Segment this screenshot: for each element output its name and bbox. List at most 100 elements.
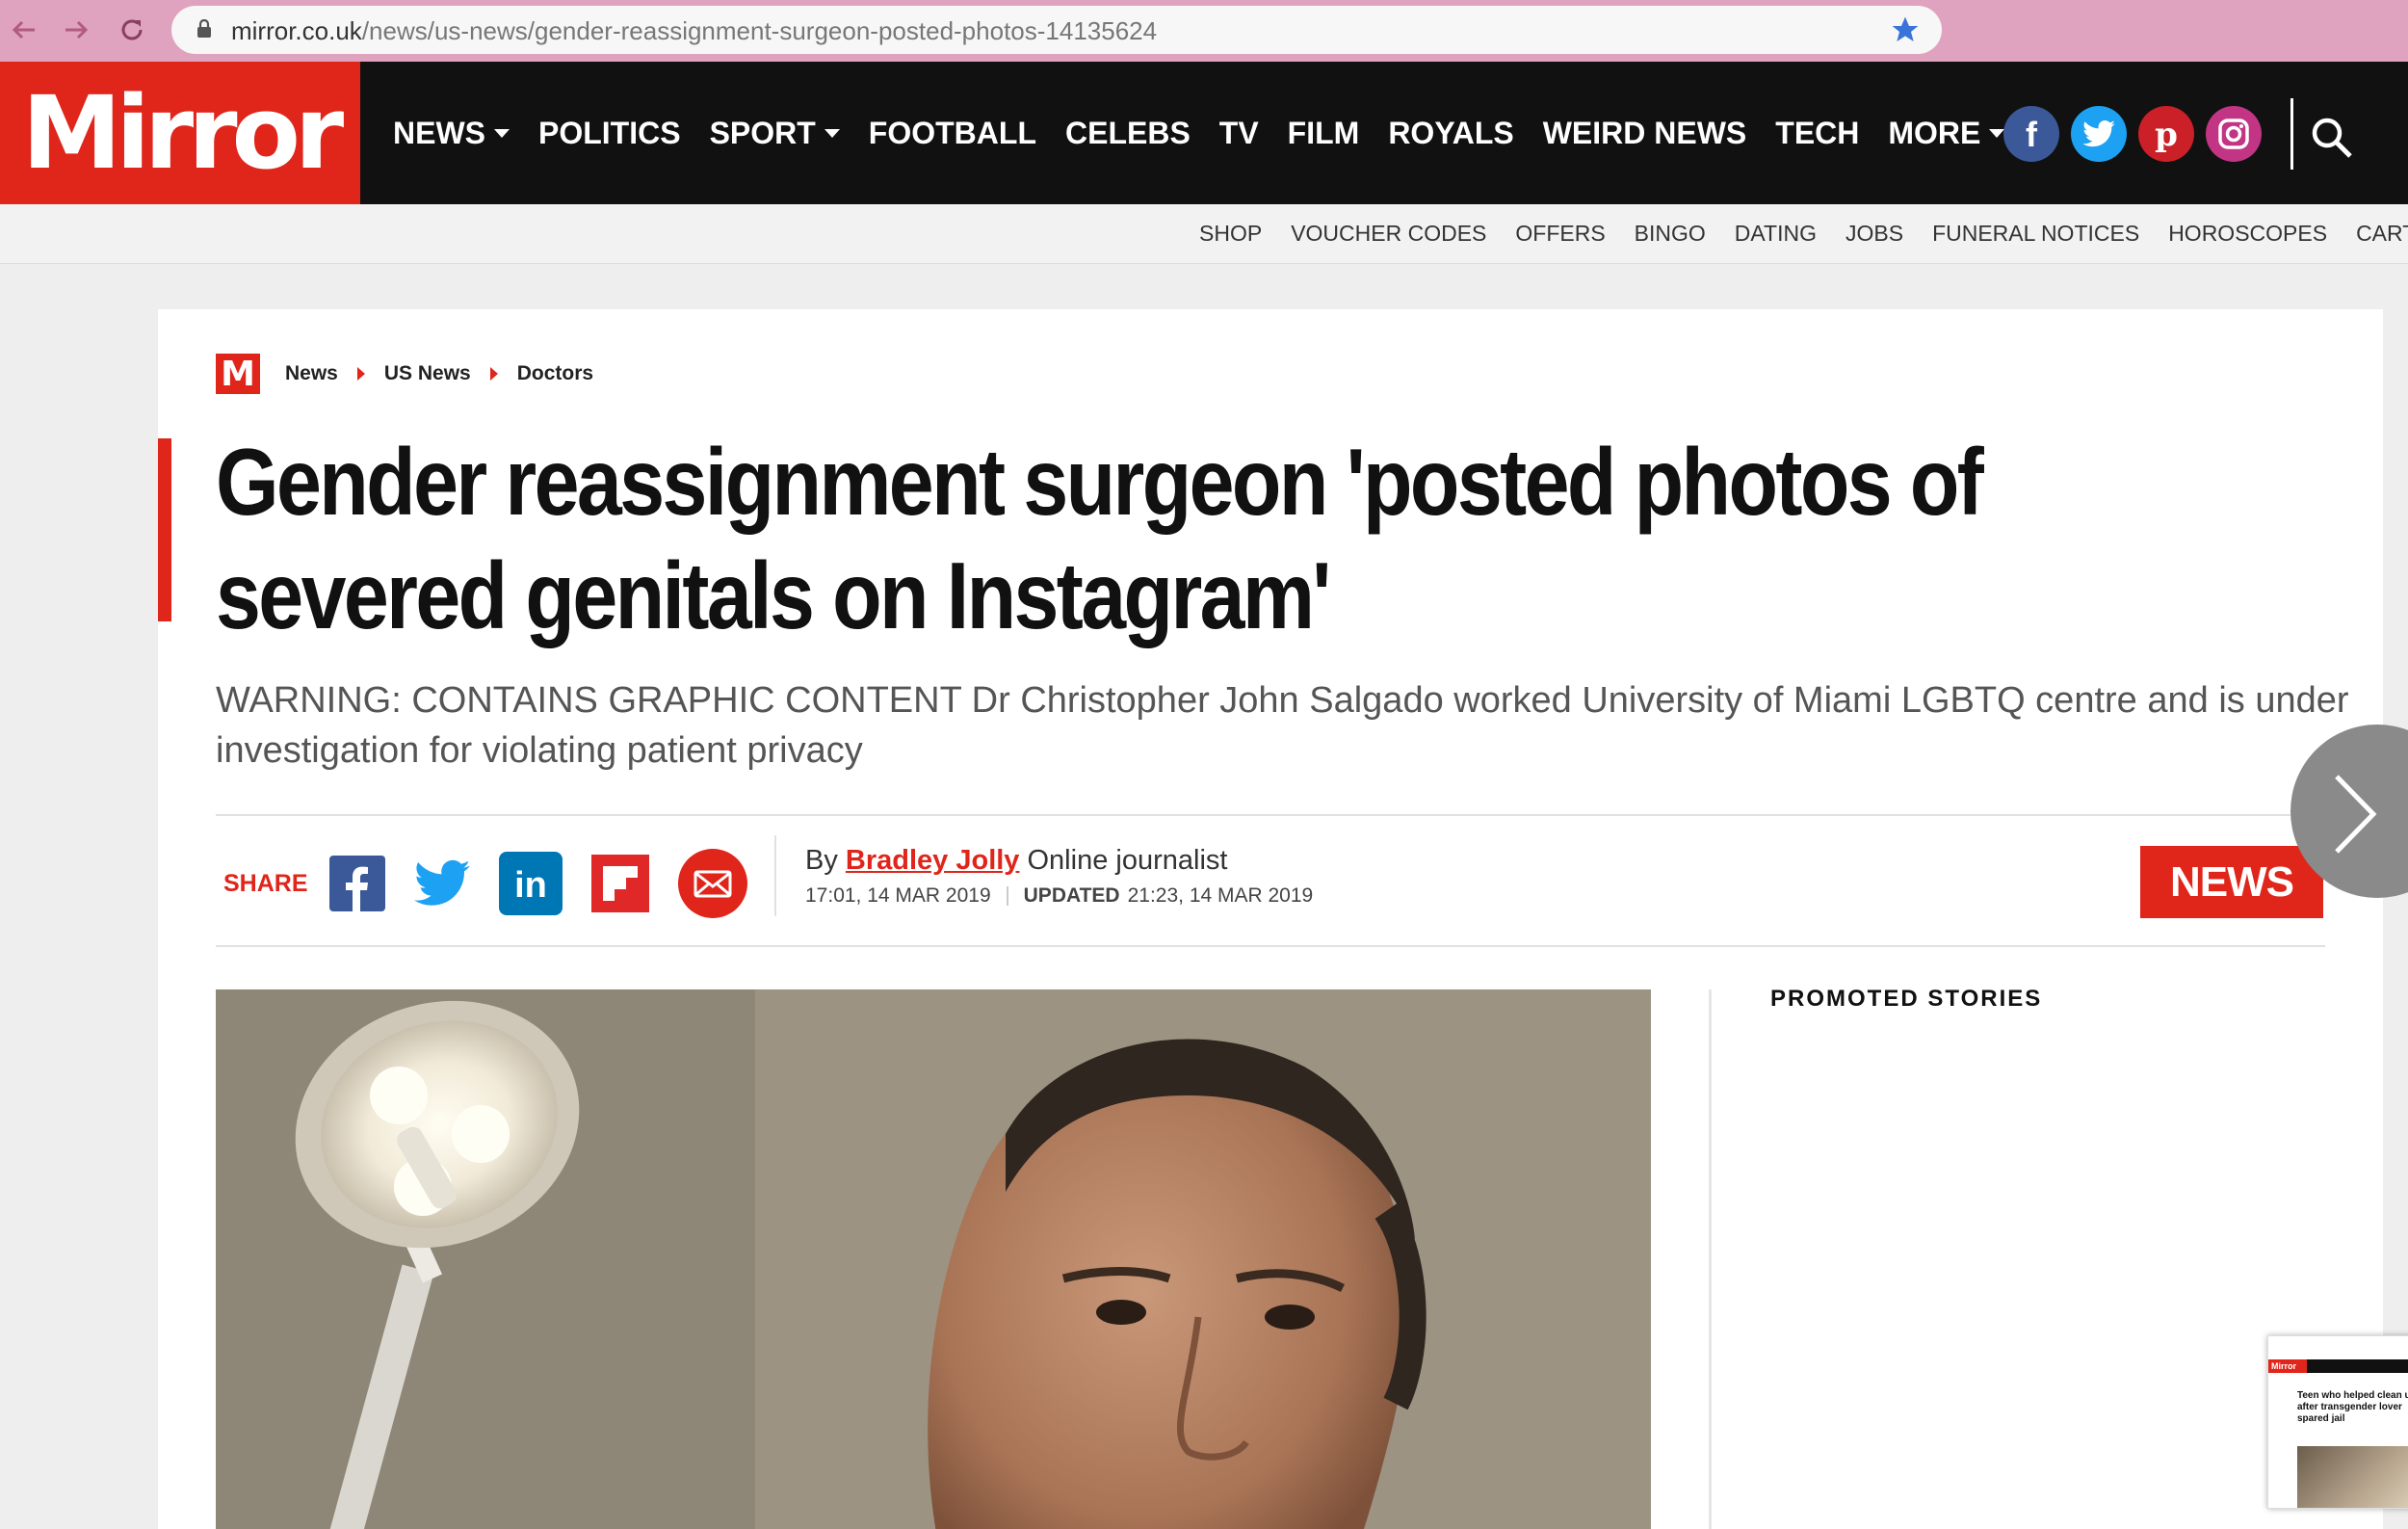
nav-item-weird-news[interactable]: WEIRD NEWS: [1543, 116, 1747, 151]
nav-label: CELEBS: [1064, 115, 1191, 150]
forward-arrow-icon: [65, 20, 89, 40]
subnav-item-offers[interactable]: OFFERS: [1515, 221, 1605, 247]
caret-down-icon: [494, 128, 510, 138]
caret-down-icon: [1989, 128, 2005, 138]
header-divider: [2290, 98, 2293, 170]
nav-item-tv[interactable]: TV: [1219, 116, 1259, 151]
site-header: Mirror NEWS POLITICS SPORT FOOTBALL CELEBS TV…: [0, 62, 2408, 204]
nav-item-royals[interactable]: ROYALS: [1388, 116, 1513, 151]
back-arrow-icon: [12, 20, 35, 40]
share-email-button[interactable]: [677, 849, 747, 918]
mirror-m-badge[interactable]: M: [216, 354, 260, 394]
updated-label: UPDATED: [1023, 884, 1120, 907]
mirror-logo[interactable]: Mirror: [0, 62, 360, 204]
instagram-link[interactable]: [2206, 106, 2262, 162]
nav-label: SPORT: [709, 115, 816, 150]
promoted-stories-title: PROMOTED STORIES: [1770, 986, 2043, 1012]
nav-label: NEWS: [393, 115, 485, 150]
share-label: SHARE: [223, 869, 308, 897]
nav-item-news[interactable]: NEWS: [393, 116, 510, 151]
section-tag[interactable]: NEWS: [2140, 846, 2323, 918]
social-links: fp: [2003, 106, 2262, 162]
nav-item-politics[interactable]: POLITICS: [538, 116, 681, 151]
caret-down-icon: [824, 128, 840, 138]
address-bar[interactable]: mirror.co.uk/news/us-news/gender-reassig…: [171, 6, 1942, 54]
nav-label: FOOTBALL: [868, 115, 1036, 150]
share-bar: SHARE in: [223, 849, 776, 918]
divider: [216, 945, 2325, 947]
nav-item-sport[interactable]: SPORT: [710, 116, 840, 151]
teaser-title: Teen who helped clean up after transgend…: [2297, 1390, 2408, 1424]
updated-time: 21:23, 14 MAR 2019: [1127, 884, 1314, 907]
breadcrumb: M News US News Doctors: [216, 354, 593, 394]
teaser-logo: Mirror: [2268, 1359, 2307, 1373]
chevron-right-icon: [2335, 775, 2377, 854]
nav-label: FILM: [1287, 115, 1360, 150]
byline-author-line: By Bradley Jolly Online journalist: [805, 845, 1313, 877]
subnav-item-cartoons[interactable]: CARTOONS: [2356, 221, 2408, 247]
twitter-link[interactable]: [2071, 106, 2127, 162]
breadcrumb-doctors[interactable]: Doctors: [517, 362, 593, 385]
secondary-nav: SHOP VOUCHER CODES OFFERS BINGO DATING JOBS FU…: [0, 204, 2408, 264]
reload-button[interactable]: [108, 6, 156, 54]
search-icon[interactable]: [2308, 114, 2356, 162]
article-card: M News US News Doctors Gender reassignme…: [158, 309, 2383, 1529]
share-twitter-button[interactable]: [413, 859, 470, 908]
instagram-icon: [2217, 118, 2250, 150]
breadcrumb-news[interactable]: News: [285, 362, 338, 385]
nav-label: TV: [1218, 115, 1259, 150]
reload-icon: [121, 19, 143, 40]
svg-text:p: p: [2155, 116, 2178, 154]
subnav-item-voucher-codes[interactable]: VOUCHER CODES: [1291, 221, 1486, 247]
share-linkedin-button[interactable]: in: [498, 852, 563, 915]
back-button[interactable]: [0, 6, 48, 54]
date-separator: [1006, 886, 1008, 906]
share-facebook-button[interactable]: [328, 856, 385, 911]
nav-item-film[interactable]: FILM: [1288, 116, 1360, 151]
email-icon: [677, 849, 747, 918]
nav-item-more[interactable]: MORE: [1888, 116, 2005, 151]
subnav-item-horoscopes[interactable]: HOROSCOPES: [2168, 221, 2327, 247]
subnav-item-jobs[interactable]: JOBS: [1845, 221, 1903, 247]
svg-text:in: in: [514, 865, 547, 906]
nav-item-football[interactable]: FOOTBALL: [869, 116, 1036, 151]
breadcrumb-us-news[interactable]: US News: [384, 362, 471, 385]
byline-prefix: By: [805, 845, 838, 876]
url-text: mirror.co.uk/news/us-news/gender-reassig…: [231, 16, 1157, 46]
byline-divider: [774, 835, 776, 916]
subnav-item-bingo[interactable]: BINGO: [1635, 221, 1706, 247]
share-flipboard-button[interactable]: [590, 855, 649, 912]
subnav-item-dating[interactable]: DATING: [1735, 221, 1817, 247]
published-time: 17:01, 14 MAR 2019: [805, 884, 991, 907]
url-path: /news/us-news/gender-reassignment-surgeo…: [361, 16, 1158, 45]
nav-label: POLITICS: [538, 115, 681, 150]
divider: [216, 814, 2325, 816]
subnav-item-shop[interactable]: SHOP: [1199, 221, 1262, 247]
pinterest-icon: p: [2138, 106, 2194, 162]
facebook-link[interactable]: f: [2003, 106, 2059, 162]
teaser-image: [2297, 1446, 2408, 1508]
forward-button[interactable]: [52, 6, 100, 54]
nav-label: TECH: [1775, 115, 1860, 150]
pinterest-link[interactable]: p: [2138, 106, 2194, 162]
bookmark-star-icon[interactable]: [1890, 14, 1921, 45]
linkedin-icon: in: [498, 852, 563, 915]
author-role: Online journalist: [1027, 845, 1228, 876]
article-hero-image[interactable]: [216, 989, 1651, 1529]
next-article-teaser[interactable]: Mirror Teen who helped clean up after tr…: [2267, 1335, 2408, 1509]
nav-item-celebs[interactable]: CELEBS: [1065, 116, 1191, 151]
facebook-icon: [328, 856, 385, 911]
teaser-header-bar: Mirror: [2268, 1359, 2408, 1373]
lock-icon: [197, 19, 211, 38]
breadcrumb-arrow-icon: [356, 367, 365, 381]
breadcrumb-arrow-icon: [489, 367, 498, 381]
headline-accent-bar: [158, 438, 171, 621]
flipboard-icon: [590, 855, 649, 912]
svg-text:f: f: [2026, 115, 2038, 154]
nav-item-tech[interactable]: TECH: [1775, 116, 1859, 151]
author-link[interactable]: Bradley Jolly: [846, 845, 1020, 876]
twitter-icon: [413, 859, 470, 906]
subnav-item-funeral-notices[interactable]: FUNERAL NOTICES: [1932, 221, 2139, 247]
byline: By Bradley Jolly Online journalist 17:01…: [805, 845, 1313, 908]
column-divider: [1709, 989, 1712, 1529]
